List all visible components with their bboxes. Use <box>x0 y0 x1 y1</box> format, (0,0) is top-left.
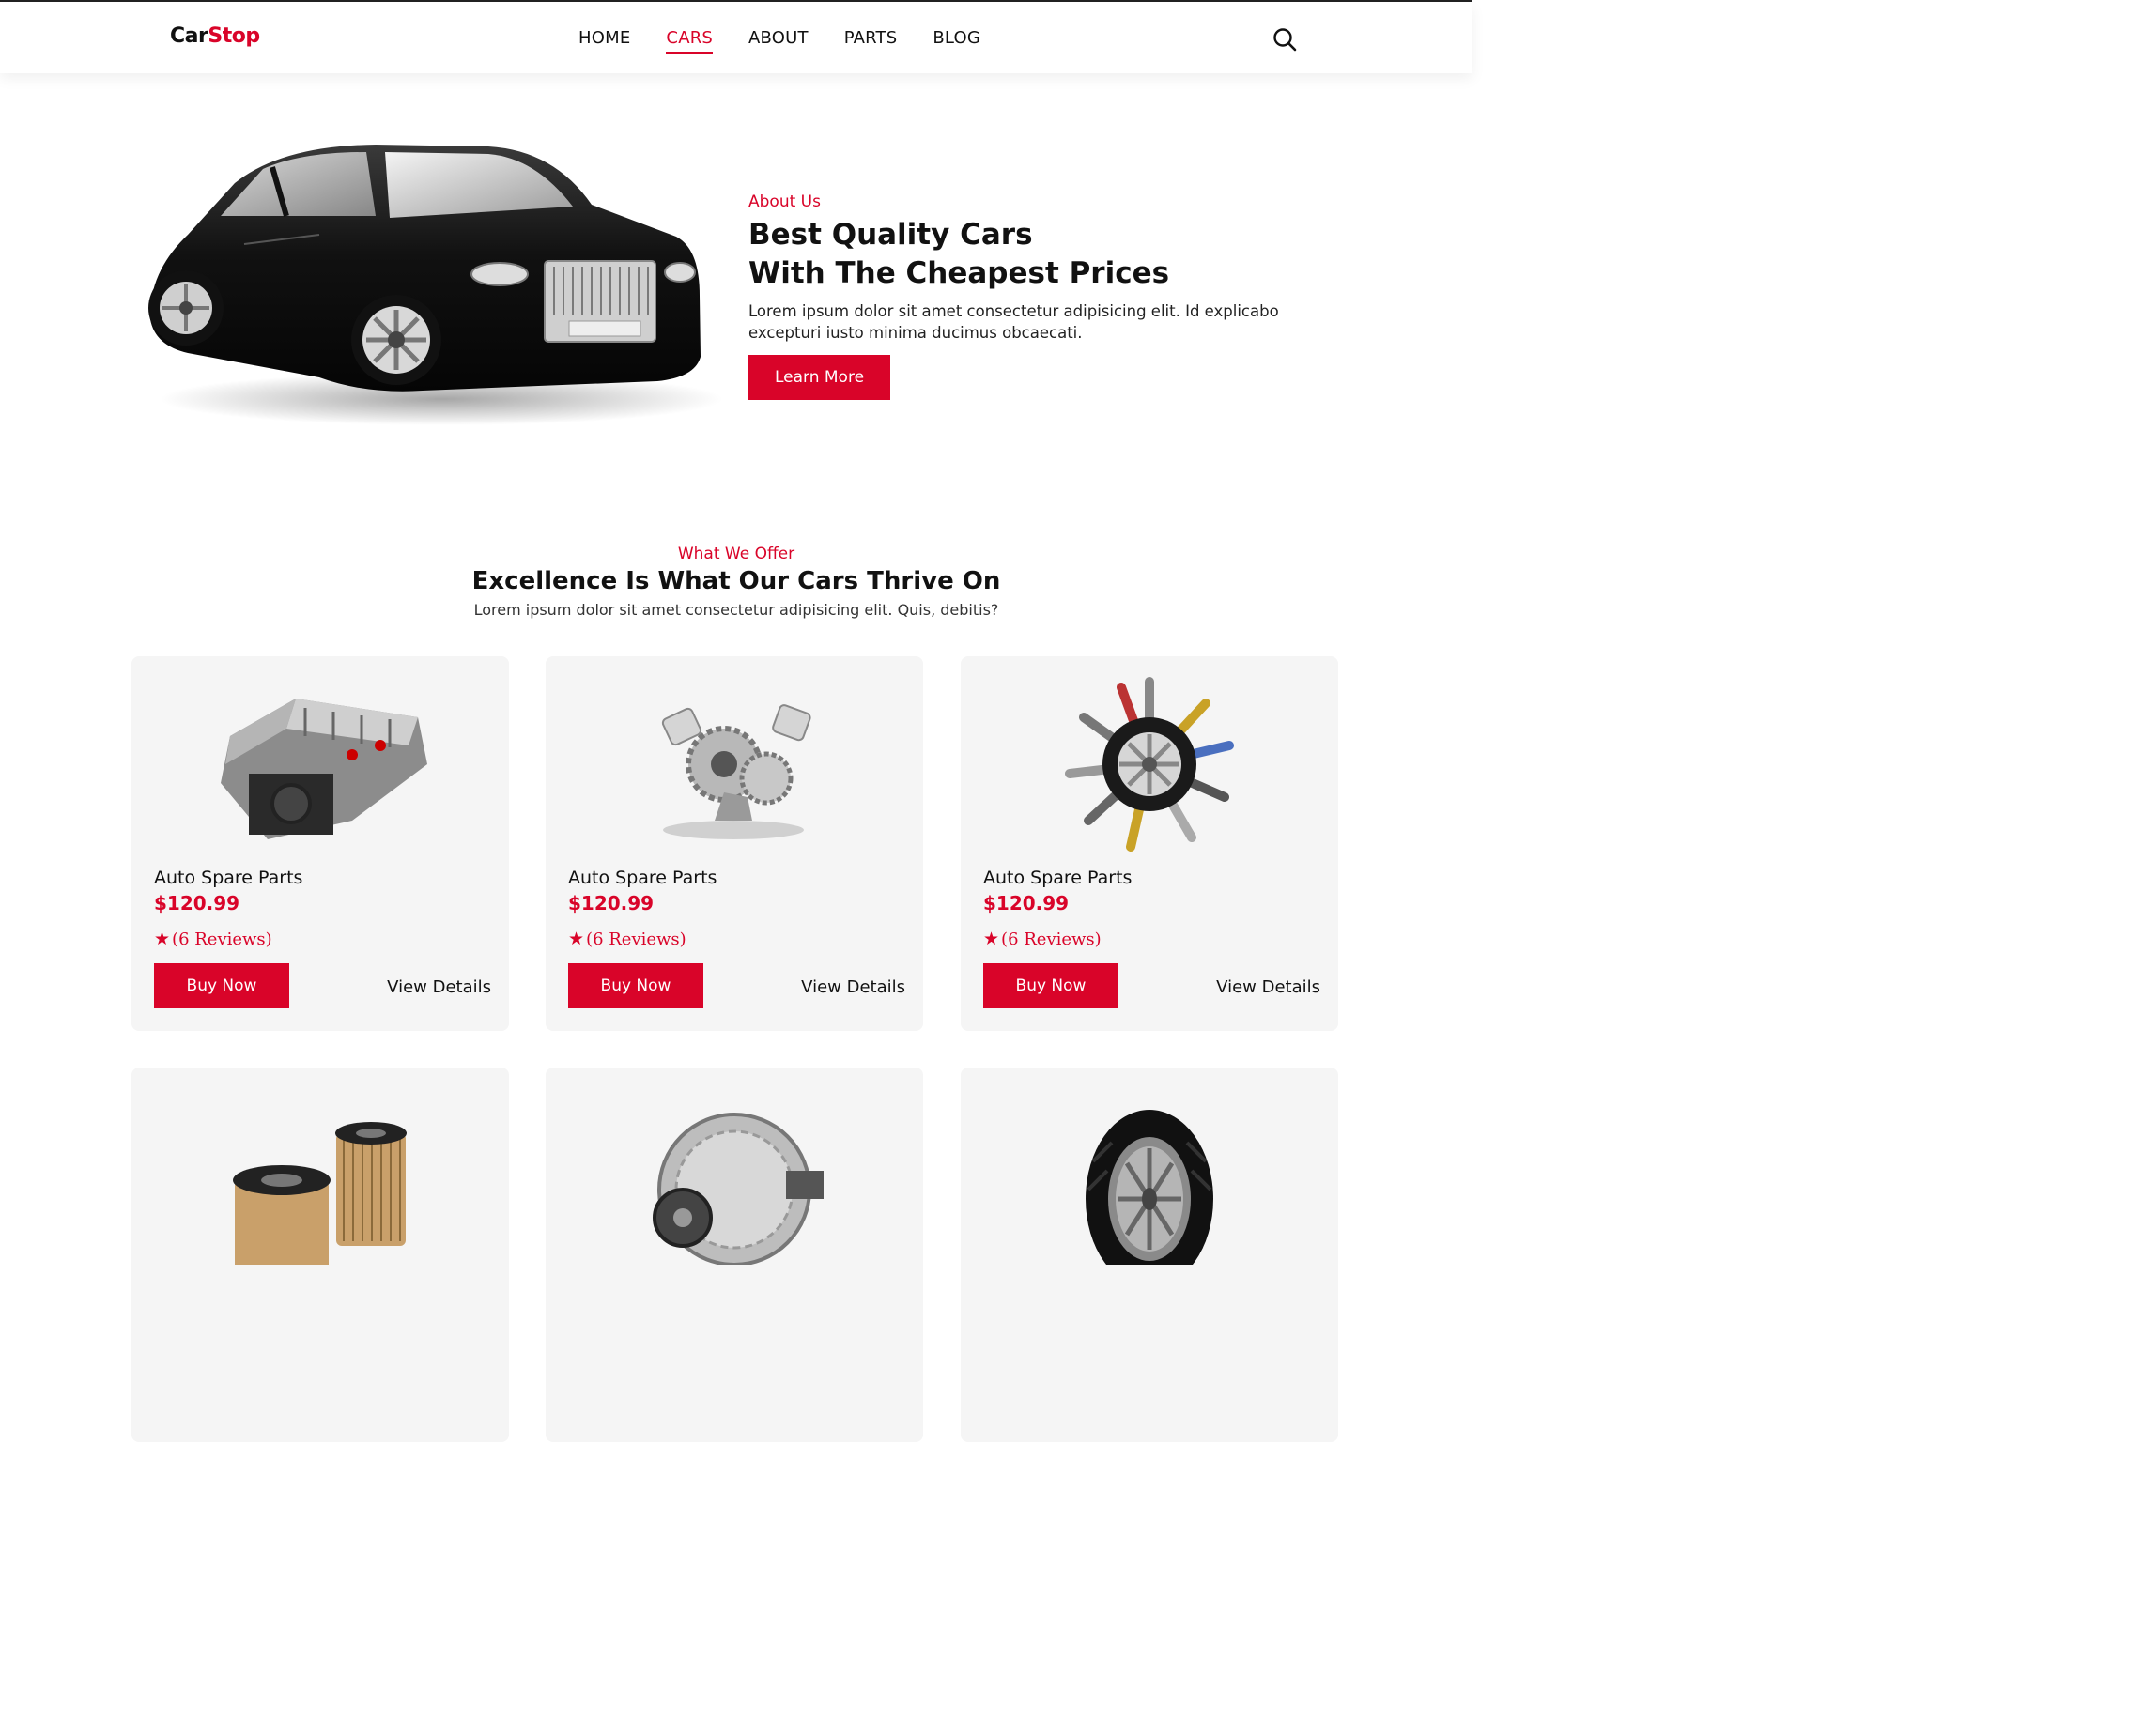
nav-parts[interactable]: PARTS <box>844 28 898 48</box>
logo-part1: Car <box>170 24 208 48</box>
alternator-image <box>653 1113 824 1265</box>
nav-about[interactable]: ABOUT <box>748 28 809 48</box>
product-name: Auto Spare Parts <box>983 868 1133 888</box>
view-details-link[interactable]: View Details <box>1216 977 1320 997</box>
review-count: (6 Reviews) <box>586 929 686 949</box>
logo-part2: Stop <box>208 24 260 48</box>
product-name: Auto Spare Parts <box>568 868 717 888</box>
hero-title: Best Quality Cars With The Cheapest Pric… <box>748 216 1169 293</box>
product-card: Auto Spare Parts $120.99 ★ (6 Reviews) B… <box>131 656 509 1031</box>
buy-now-button[interactable]: Buy Now <box>154 963 289 1008</box>
view-details-link[interactable]: View Details <box>801 977 905 997</box>
star-icon: ★ <box>983 929 1000 949</box>
product-rating: ★ (6 Reviews) <box>568 929 686 949</box>
product-price: $120.99 <box>568 892 655 914</box>
product-card <box>546 1068 923 1442</box>
main-nav: HOME CARS ABOUT PARTS BLOG <box>578 28 980 54</box>
star-icon: ★ <box>154 929 171 949</box>
product-card <box>961 1068 1338 1442</box>
star-icon: ★ <box>568 929 585 949</box>
hero-title-line1: Best Quality Cars <box>748 218 1033 252</box>
engine-image <box>221 699 427 839</box>
product-price: $120.99 <box>983 892 1070 914</box>
site-header: CarStop HOME CARS ABOUT PARTS BLOG <box>0 2 1472 73</box>
hero-car-image <box>148 145 723 425</box>
search-icon[interactable] <box>1272 26 1298 53</box>
wheel-parts-image <box>1065 677 1234 852</box>
offer-eyebrow: What We Offer <box>677 545 795 563</box>
product-card: Auto Spare Parts $120.99 ★ (6 Reviews) B… <box>546 656 923 1031</box>
oil-filters-image <box>233 1122 407 1265</box>
product-name: Auto Spare Parts <box>154 868 303 888</box>
product-rating: ★ (6 Reviews) <box>154 929 272 949</box>
nav-cars[interactable]: CARS <box>666 28 713 54</box>
hero-description: Lorem ipsum dolor sit amet consectetur a… <box>748 302 1279 342</box>
tire-image <box>1086 1110 1213 1265</box>
review-count: (6 Reviews) <box>1001 929 1102 949</box>
product-card: Auto Spare Parts $120.99 ★ (6 Reviews) B… <box>961 656 1338 1031</box>
view-details-link[interactable]: View Details <box>387 977 491 997</box>
product-card <box>131 1068 509 1442</box>
product-rating: ★ (6 Reviews) <box>983 929 1102 949</box>
nav-home[interactable]: HOME <box>578 28 630 48</box>
buy-now-button[interactable]: Buy Now <box>568 963 703 1008</box>
offer-description: Lorem ipsum dolor sit amet consectetur a… <box>473 601 999 619</box>
logo[interactable]: CarStop <box>170 24 260 48</box>
buy-now-button[interactable]: Buy Now <box>983 963 1118 1008</box>
offer-title: Excellence Is What Our Cars Thrive On <box>471 567 1001 595</box>
learn-more-button[interactable]: Learn More <box>748 355 890 400</box>
product-price: $120.99 <box>154 892 240 914</box>
about-eyebrow: About Us <box>748 192 821 211</box>
review-count: (6 Reviews) <box>172 929 272 949</box>
hero-title-line2: With The Cheapest Prices <box>748 256 1170 290</box>
pistons-gears-image <box>661 704 811 839</box>
nav-blog[interactable]: BLOG <box>933 28 980 48</box>
